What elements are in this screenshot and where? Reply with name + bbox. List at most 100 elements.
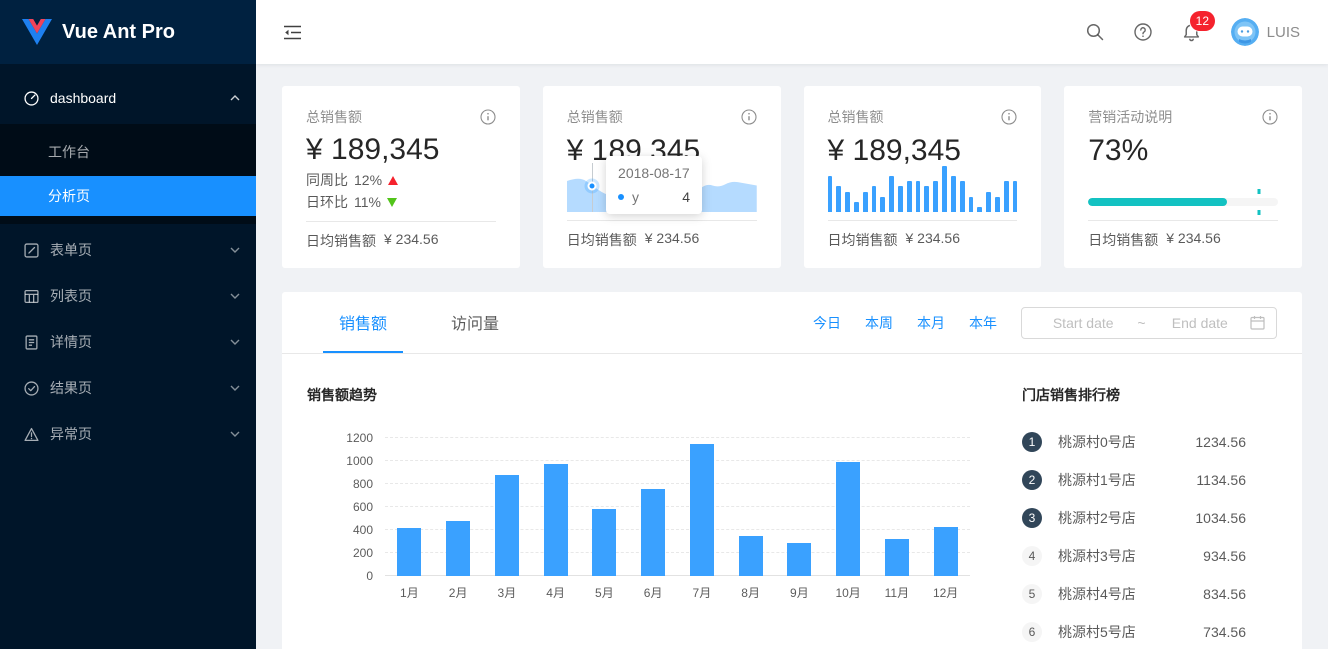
x-axis-label: 1月 bbox=[400, 576, 419, 606]
stat-card-row: 总销售额 ¥ 189,345 同周比 12% 日环比 11% bbox=[282, 86, 1302, 268]
tab-visits[interactable]: 访问量 bbox=[435, 292, 515, 353]
x-axis-label: 12月 bbox=[933, 576, 958, 606]
mini-bar-20 bbox=[995, 197, 1000, 212]
mini-bar-3 bbox=[845, 192, 850, 212]
sales-trend-plot: 1月2月3月4月5月6月7月8月9月10月11月12月 bbox=[385, 438, 970, 606]
caret-up-icon bbox=[230, 95, 240, 101]
bar-slot bbox=[592, 438, 616, 576]
bar-slot bbox=[739, 438, 763, 576]
y-axis-tick: 200 bbox=[353, 546, 373, 560]
card-title: 营销活动说明 bbox=[1088, 107, 1172, 127]
filter-this-year[interactable]: 本年 bbox=[969, 313, 997, 333]
date-range-picker[interactable]: Start date ~ End date bbox=[1021, 307, 1277, 339]
footer-value: ¥ 234.56 bbox=[645, 230, 700, 260]
chart-tooltip: 2018-08-17 y 4 bbox=[606, 156, 702, 214]
tab-sales[interactable]: 销售额 bbox=[323, 292, 403, 353]
ranking-list: 1 桃源村0号店 1234.56 2 桃源村1号店 1134.56 3 桃源村2… bbox=[1022, 431, 1246, 643]
y-axis-tick: 0 bbox=[366, 569, 373, 583]
user-menu[interactable]: LUIS bbox=[1231, 18, 1300, 46]
series-dot-icon bbox=[618, 194, 624, 200]
app-title: Vue Ant Pro bbox=[62, 21, 175, 44]
form-icon bbox=[24, 243, 40, 258]
page-content: 总销售额 ¥ 189,345 同周比 12% 日环比 11% bbox=[256, 64, 1328, 649]
footer-label: 日均销售额 bbox=[306, 231, 376, 260]
filter-this-week[interactable]: 本周 bbox=[865, 313, 893, 333]
bar-slot bbox=[397, 438, 421, 576]
bar-1月[interactable] bbox=[397, 528, 421, 576]
ranking-item: 1 桃源村0号店 1234.56 bbox=[1022, 431, 1246, 453]
bar-slot bbox=[690, 438, 714, 576]
sidebar-item-workbench[interactable]: 工作台 bbox=[0, 132, 256, 172]
mini-bar-chart[interactable] bbox=[828, 166, 1018, 212]
x-axis-label: 5月 bbox=[595, 576, 614, 606]
filter-today[interactable]: 今日 bbox=[813, 313, 841, 333]
y-axis-tick: 400 bbox=[353, 523, 373, 537]
bar-slot bbox=[787, 438, 811, 576]
filter-this-month[interactable]: 本月 bbox=[917, 313, 945, 333]
bar-slot bbox=[495, 438, 519, 576]
sidebar-item-list[interactable]: 列表页 bbox=[0, 276, 256, 316]
sales-trend-yaxis: 020040060080010001200 bbox=[307, 438, 385, 606]
store-name: 桃源村5号店 bbox=[1058, 622, 1203, 642]
store-sales: 734.56 bbox=[1203, 624, 1246, 640]
bar-3月[interactable] bbox=[495, 475, 519, 576]
bar-7月[interactable] bbox=[690, 444, 714, 576]
bar-8月[interactable] bbox=[739, 536, 763, 576]
sidebar: Vue Ant Pro dashboard 工作台 分析页 表单页 bbox=[0, 0, 256, 649]
card-title: 总销售额 bbox=[306, 107, 362, 127]
info-circle-icon[interactable] bbox=[1001, 109, 1017, 125]
store-name: 桃源村4号店 bbox=[1058, 584, 1203, 604]
sidebar-item-dashboard[interactable]: dashboard bbox=[0, 78, 256, 118]
bar-5月[interactable] bbox=[592, 509, 616, 576]
chart-column: 5月 bbox=[580, 438, 629, 606]
card-main-value: ¥ 189,345 bbox=[306, 131, 496, 169]
info-circle-icon[interactable] bbox=[1262, 109, 1278, 125]
progress-target-marker-top bbox=[1258, 189, 1261, 194]
mini-bar-22 bbox=[1013, 181, 1018, 212]
mini-bar-7 bbox=[880, 197, 885, 212]
mini-area-chart[interactable]: 2018-08-17 y 4 bbox=[567, 166, 757, 212]
sales-tabbar: 销售额 访问量 今日 本周 本月 本年 Start date ~ End dat… bbox=[282, 292, 1302, 354]
username: LUIS bbox=[1267, 24, 1300, 41]
question-circle-icon[interactable] bbox=[1134, 23, 1152, 41]
bar-6月[interactable] bbox=[641, 489, 665, 576]
bar-4月[interactable] bbox=[544, 464, 568, 576]
user-avatar bbox=[1231, 18, 1259, 46]
store-sales: 1034.56 bbox=[1195, 510, 1246, 526]
bar-9月[interactable] bbox=[787, 543, 811, 576]
header: 12 LUIS bbox=[256, 0, 1328, 64]
x-axis-label: 2月 bbox=[449, 576, 468, 606]
sidebar-item-form[interactable]: 表单页 bbox=[0, 230, 256, 270]
bar-2月[interactable] bbox=[446, 521, 470, 576]
x-axis-label: 4月 bbox=[546, 576, 565, 606]
sidebar-item-label: dashboard bbox=[50, 90, 230, 106]
sidebar-item-exception[interactable]: 异常页 bbox=[0, 414, 256, 454]
sidebar-item-result[interactable]: 结果页 bbox=[0, 368, 256, 408]
sidebar-item-label: 异常页 bbox=[50, 424, 230, 444]
rank-badge: 2 bbox=[1022, 470, 1042, 490]
menu-fold-icon[interactable] bbox=[280, 21, 305, 44]
sidebar-menu: dashboard 工作台 分析页 表单页 bbox=[0, 64, 256, 454]
bar-11月[interactable] bbox=[885, 539, 909, 576]
bell-icon[interactable]: 12 bbox=[1182, 23, 1201, 42]
bar-slot bbox=[641, 438, 665, 576]
bar-12月[interactable] bbox=[934, 527, 958, 576]
caret-down-icon bbox=[230, 293, 240, 299]
bar-slot bbox=[885, 438, 909, 576]
rank-badge: 1 bbox=[1022, 432, 1042, 452]
info-circle-icon[interactable] bbox=[741, 109, 757, 125]
search-icon[interactable] bbox=[1086, 23, 1104, 41]
mini-bar-13 bbox=[933, 181, 938, 212]
chart-column: 4月 bbox=[531, 438, 580, 606]
card-main-value: ¥ 189,345 bbox=[828, 132, 1018, 170]
bar-10月[interactable] bbox=[836, 462, 860, 576]
caret-down-icon bbox=[230, 339, 240, 345]
sales-trend-chart: 020040060080010001200 1月2月3月4月5月6月7月8月9月… bbox=[307, 438, 970, 606]
app-logo[interactable]: Vue Ant Pro bbox=[0, 0, 256, 64]
sidebar-item-analysis[interactable]: 分析页 bbox=[0, 176, 256, 216]
bar-slot bbox=[934, 438, 958, 576]
info-circle-icon[interactable] bbox=[480, 109, 496, 125]
store-name: 桃源村0号店 bbox=[1058, 432, 1195, 452]
store-sales: 834.56 bbox=[1203, 586, 1246, 602]
sidebar-item-detail[interactable]: 详情页 bbox=[0, 322, 256, 362]
